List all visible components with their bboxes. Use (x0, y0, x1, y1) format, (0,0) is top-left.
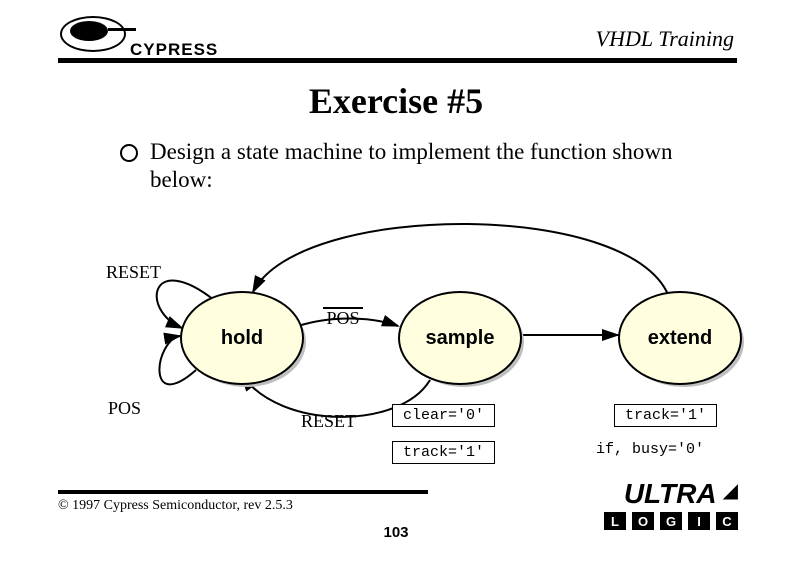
label-not-pos: POS (323, 307, 363, 323)
label-not-pos-text: POS (326, 308, 359, 328)
ultra-block-g: G (660, 512, 682, 530)
state-extend: extend (618, 291, 746, 389)
ultra-block-c: C (716, 512, 738, 530)
output-extend-track: track='1' (614, 404, 717, 427)
output-sample-track: track='1' (392, 441, 495, 464)
output-extend-if: if, busy='0' (596, 441, 704, 458)
state-hold: hold (180, 291, 308, 389)
state-sample-label: sample (398, 291, 522, 385)
ultra-block-o: O (632, 512, 654, 530)
ultra-block-l: L (604, 512, 626, 530)
copyright-text: © 1997 Cypress Semiconductor, rev 2.5.3 (58, 498, 293, 514)
ultra-block-i: I (688, 512, 710, 530)
state-extend-label: extend (618, 291, 742, 385)
label-reset-from-sample: RESET (301, 411, 356, 432)
state-hold-label: hold (180, 291, 304, 385)
footer-rule (58, 490, 428, 494)
ultra-logo: ULTRA ◢ L O G I C (604, 478, 738, 531)
state-sample: sample (398, 291, 526, 389)
label-reset-self: RESET (106, 262, 161, 283)
ultra-blocks: L O G I C (604, 512, 738, 530)
ultra-caret-icon: ◢ (723, 480, 738, 502)
ultra-word: ULTRA (624, 478, 717, 509)
output-sample-clear: clear='0' (392, 404, 495, 427)
label-pos-self: POS (108, 398, 141, 419)
